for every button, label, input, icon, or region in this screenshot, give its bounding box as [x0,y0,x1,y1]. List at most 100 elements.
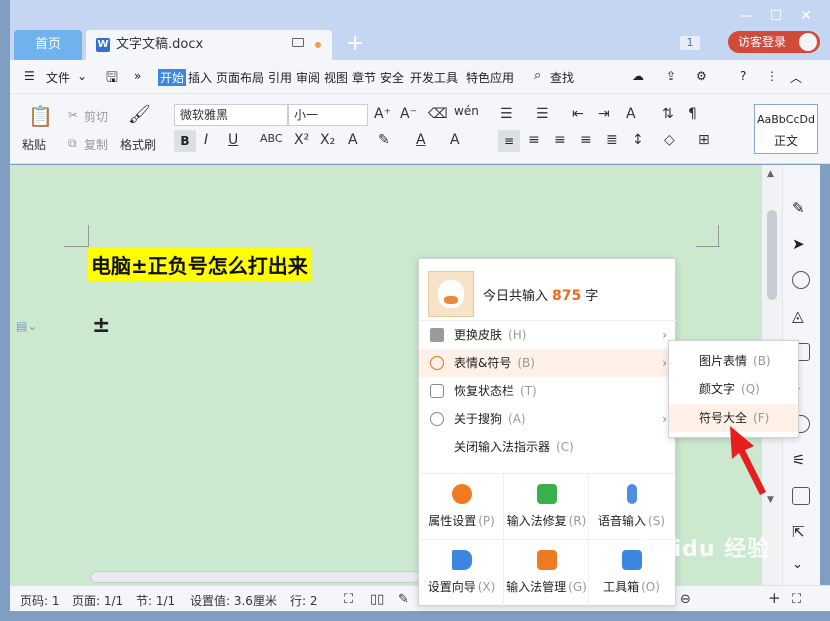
align-left-button[interactable]: ≡ [498,130,520,152]
font-name-select[interactable]: 微软雅黑 [174,104,288,126]
outdent-icon[interactable]: ⇤ [572,106,584,122]
shapes-icon[interactable] [792,271,810,289]
chinese-layout-icon[interactable]: A [626,106,636,122]
copy-label[interactable]: 复制 [84,136,108,153]
menu-item-emoji-symbols[interactable]: 表情&符号 (B) › [419,349,675,377]
new-tab-button[interactable]: + [346,31,364,57]
underline-button[interactable]: U [228,132,238,148]
vertical-scroll-thumb[interactable] [767,210,777,300]
clear-format-icon[interactable]: ⌫ [428,106,448,122]
format-painter-icon[interactable]: 🖌 [128,104,151,125]
menu-tab-view[interactable]: 视图 [324,69,348,86]
save-icon[interactable]: 🖫 [106,67,118,91]
document-heading[interactable]: 电脑±正负号怎么打出来 [88,248,311,281]
menu-file[interactable]: 文件 [46,69,70,86]
style-normal-card[interactable]: AaBbCcDd 正文 [754,104,818,154]
layers-icon[interactable]: ◬ [792,307,810,325]
more-dots-icon[interactable]: ⋮ [766,69,778,83]
close-button[interactable]: ✕ [796,8,816,24]
fullscreen-icon[interactable]: ⛶ [344,592,353,607]
status-pages[interactable]: 页面: 1/1 [72,592,123,609]
menu-tab-insert[interactable]: 插入 [188,69,212,86]
font-color-icon[interactable]: A [416,132,426,148]
char-shading-icon[interactable]: A [450,132,460,148]
cursor-icon[interactable]: ➤ [792,235,810,253]
window-count-badge[interactable]: 1 [680,36,700,50]
share-icon[interactable]: ⇪ [666,69,676,83]
guest-login-button[interactable]: 访客登录 [728,31,820,53]
grid-ime-repair[interactable]: 输入法修复 (R) [504,474,589,540]
tools-icon[interactable]: ⚙ [696,69,707,83]
italic-button[interactable]: I [204,132,208,148]
submenu-image-emoji[interactable]: 图片表情 (B) [669,347,798,375]
grow-font-icon[interactable]: A⁺ [374,106,391,122]
menu-item-about[interactable]: 关于搜狗 (A) › [419,405,675,433]
distribute-button[interactable]: ≣ [606,132,618,148]
plus-minus-symbol[interactable]: ± [92,313,110,338]
bullet-list-icon[interactable]: ☰ [500,106,513,122]
menu-tab-references[interactable]: 引用 [268,69,292,86]
status-setting[interactable]: 设置值: 3.6厘米 [190,592,277,609]
status-section[interactable]: 节: 1/1 [136,592,175,609]
line-spacing-icon[interactable]: ↕ [632,132,644,148]
monitor-icon[interactable] [292,38,304,47]
scissors-icon[interactable]: ✂ [68,108,78,122]
show-marks-icon[interactable]: ¶ [688,106,697,122]
help-icon[interactable]: ? [740,69,746,83]
maximize-button[interactable]: ☐ [766,8,786,24]
sort-icon[interactable]: ⇅ [662,106,674,122]
format-painter-label[interactable]: 格式刷 [120,136,156,153]
fit-window-icon[interactable]: ⛶ [792,592,801,607]
menu-item-change-skin[interactable]: 更换皮肤 (H) › [419,321,675,349]
align-center-button[interactable]: ≡ [528,132,540,148]
paste-label[interactable]: 粘贴 [22,136,46,153]
justify-button[interactable]: ≡ [580,132,592,148]
paragraph-handle-icon[interactable]: ▤⌄ [16,319,37,333]
menu-tab-home[interactable]: 开始 [158,69,187,86]
collapse-ribbon-icon[interactable]: ︿ [790,69,802,86]
minimize-button[interactable]: — [736,8,756,24]
phonetic-icon[interactable]: wén [454,104,479,118]
tab-home[interactable]: 首页 [14,30,82,60]
menu-tab-layout[interactable]: 页面布局 [216,69,264,86]
cloud-icon[interactable]: ☁ [632,69,644,83]
image-icon[interactable] [792,487,810,505]
superscript-button[interactable]: X² [294,132,309,148]
numbered-list-icon[interactable]: ☰ [536,106,549,122]
status-page-number[interactable]: 页码: 1 [20,592,60,609]
copy-icon[interactable]: ⧉ [68,136,77,151]
bold-button[interactable]: B [174,130,196,152]
scroll-down-icon[interactable]: ▼ [767,495,774,505]
shading-icon[interactable]: ◇ [664,132,675,148]
scroll-up-icon[interactable]: ▲ [767,169,774,179]
shrink-font-icon[interactable]: A⁻ [400,106,417,122]
submenu-kaomoji[interactable]: 颜文字 (Q) [669,375,798,403]
menu-tab-section[interactable]: 章节 [352,69,376,86]
status-row[interactable]: 行: 2 [290,592,318,609]
horizontal-scroll-thumb[interactable] [90,571,420,583]
zoom-in-button[interactable]: + [768,589,781,607]
indent-icon[interactable]: ⇥ [598,106,610,122]
expand-icon[interactable]: ⌄ [792,557,810,575]
more-menu-button[interactable]: » [134,69,141,83]
menu-item-restore-statusbar[interactable]: 恢复状态栏 (T) [419,377,675,405]
menu-search[interactable]: 查找 [550,69,574,86]
text-effect-icon[interactable]: A [348,132,358,148]
pen-icon[interactable]: ✎ [792,199,810,217]
borders-icon[interactable]: ⊞ [698,132,710,148]
edit-pen-icon[interactable]: ✎ [398,592,409,607]
grid-property-settings[interactable]: 属性设置 (P) [419,474,504,540]
font-size-select[interactable]: 小一 [288,104,368,126]
menu-tab-developer[interactable]: 开发工具 [410,69,458,86]
subscript-button[interactable]: X₂ [320,132,335,148]
cut-label[interactable]: 剪切 [84,108,108,125]
align-right-button[interactable]: ≡ [554,132,566,148]
paste-icon[interactable]: 📋 [28,104,53,128]
adjust-icon[interactable]: ⚟ [792,451,810,469]
strikethrough-button[interactable]: ABC [260,132,283,145]
menu-item-close-indicator[interactable]: 关闭输入法指示器 (C) [419,433,675,461]
menu-tab-features[interactable]: 特色应用 [466,69,514,86]
tab-document[interactable]: W 文字文稿.docx [86,30,332,60]
chevron-down-icon[interactable]: ⌄ [77,69,87,83]
zoom-out-icon[interactable]: ⊖ [680,592,691,607]
